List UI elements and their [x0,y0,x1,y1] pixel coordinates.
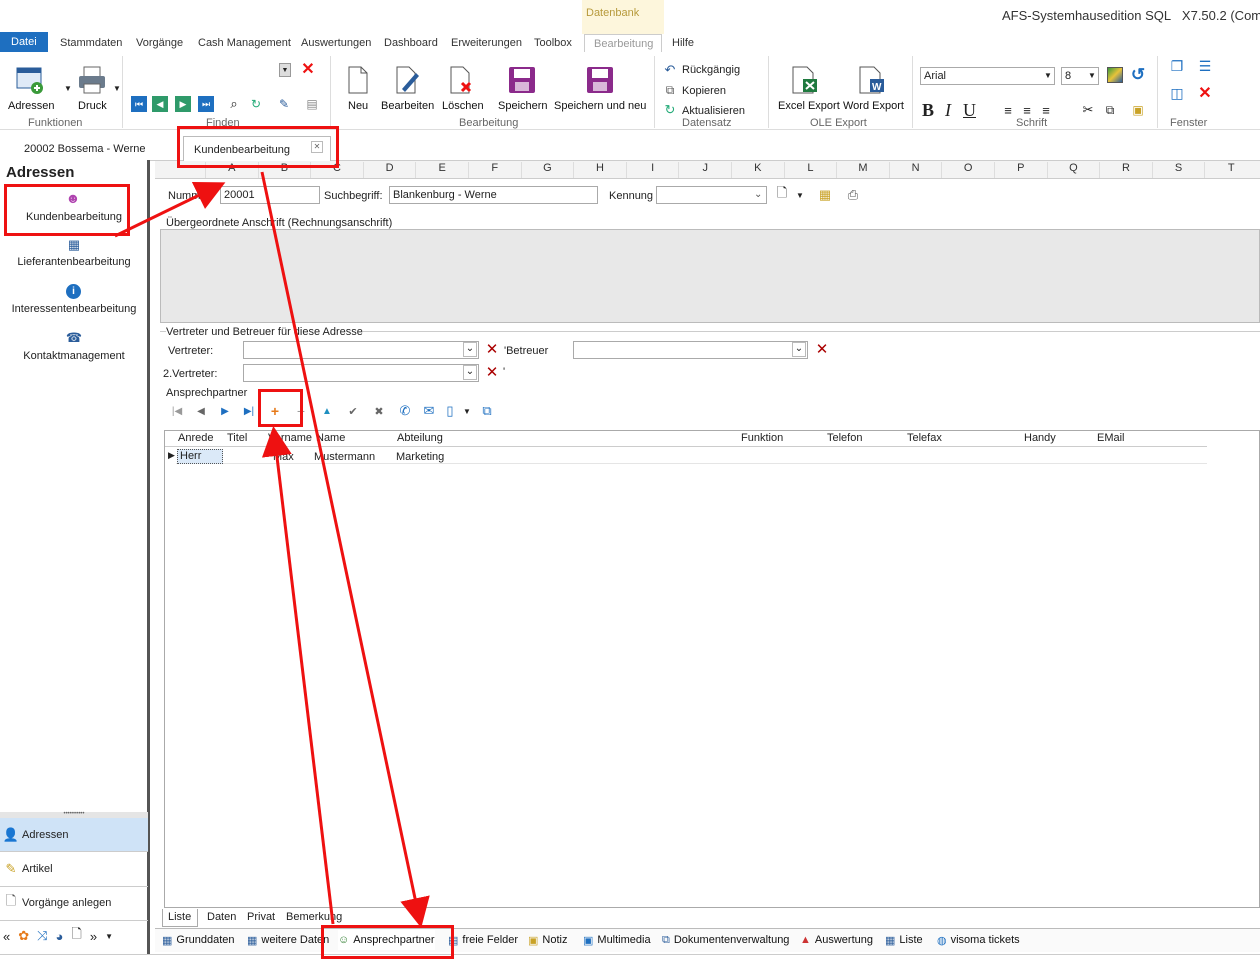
arrow-sidebar-to-tab [114,181,226,238]
annotation-arrows [114,171,430,928]
arrow-tab-to-bottom [260,171,430,928]
arrow-bottom-to-add [261,426,335,925]
